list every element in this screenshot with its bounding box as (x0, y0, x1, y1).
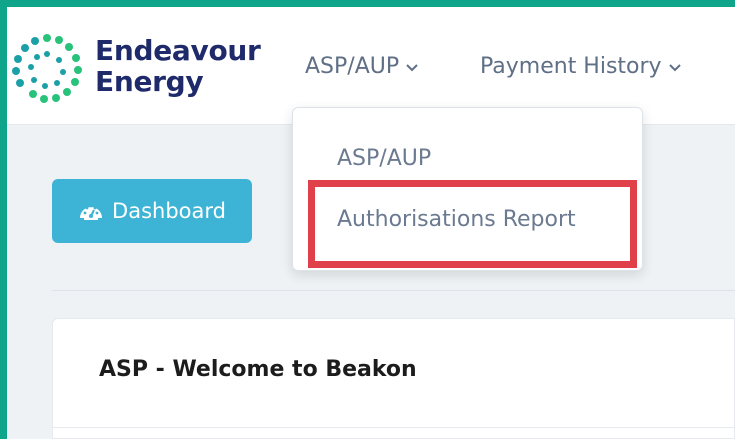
chevron-down-icon (406, 63, 418, 71)
section-divider (52, 290, 735, 291)
dashboard-label: Dashboard (112, 199, 226, 223)
dashboard-button[interactable]: Dashboard (52, 179, 252, 243)
welcome-card-title: ASP - Welcome to Beakon (99, 357, 417, 382)
frame-top (0, 0, 735, 7)
dropdown-item-authorisations-report[interactable]: Authorisations Report (337, 207, 576, 232)
chevron-down-icon (668, 63, 681, 71)
brand-name: Endeavour Energy (95, 35, 261, 97)
nav-payment-history[interactable]: Payment History (480, 54, 682, 79)
frame-left (0, 0, 7, 439)
card-separator (53, 427, 735, 428)
asp-aup-dropdown-menu: ASP/AUP Authorisations Report (292, 107, 643, 271)
brand-line-1: Endeavour (95, 34, 261, 67)
nav-asp-aup[interactable]: ASP/AUP (305, 54, 419, 79)
brand-line-2: Energy (95, 65, 204, 98)
nav-asp-aup-label: ASP/AUP (305, 54, 400, 79)
nav-payment-history-label: Payment History (480, 54, 662, 79)
logo-dots-icon (12, 34, 82, 103)
gauge-icon (80, 204, 103, 220)
welcome-card: ASP - Welcome to Beakon (52, 318, 735, 439)
dropdown-item-asp-aup[interactable]: ASP/AUP (337, 146, 431, 171)
